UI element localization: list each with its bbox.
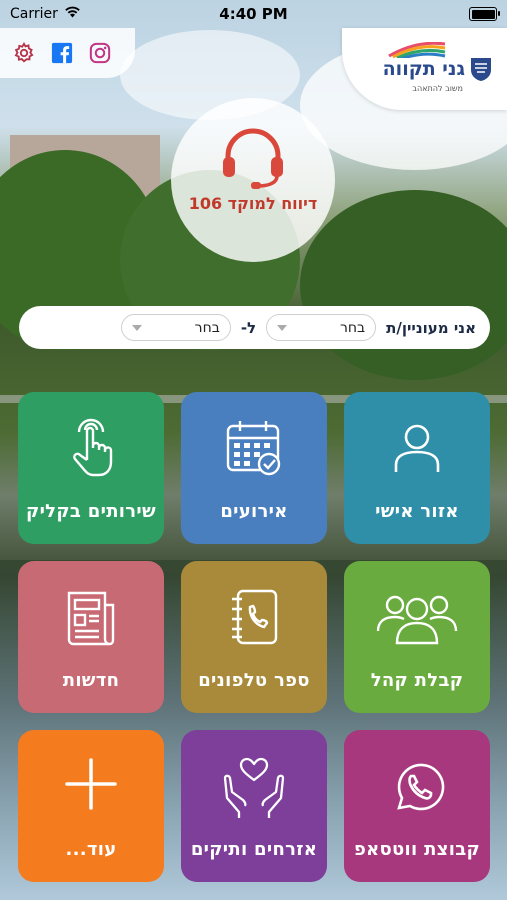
- tile-label: קבוצת ווטסאפ: [353, 839, 481, 860]
- select-value: בחר: [339, 319, 366, 336]
- interest-filter-bar: אני מעוניין/ת בחר ל- בחר: [19, 306, 490, 349]
- select-value: בחר: [194, 319, 220, 336]
- settings-gear-icon[interactable]: [12, 41, 36, 65]
- newspaper-icon: [67, 591, 115, 646]
- facebook-icon[interactable]: [50, 41, 74, 65]
- main-menu-grid: אזור אישי אירועים שירותים בקליק קבלת קהל…: [18, 392, 490, 882]
- tile-label: ספר טלפונים: [198, 670, 310, 691]
- wifi-icon: [64, 6, 81, 22]
- tile-click-services[interactable]: שירותים בקליק: [18, 392, 164, 544]
- tile-label: חדשות: [62, 670, 120, 691]
- interest-label: אני מעוניין/ת: [386, 318, 476, 337]
- chevron-down-icon: [131, 324, 142, 331]
- app-screen: Carrier 4:40 PM גני תקווה משוב להתאהב די…: [0, 0, 507, 900]
- whatsapp-icon: [397, 763, 445, 811]
- tile-news[interactable]: חדשות: [18, 561, 164, 713]
- tile-more[interactable]: עוד...: [18, 730, 164, 882]
- logo-stripes-icon: [388, 42, 446, 58]
- instagram-icon[interactable]: [88, 41, 112, 65]
- tile-phonebook[interactable]: ספר טלפונים: [181, 561, 327, 713]
- carrier-label: Carrier: [10, 6, 58, 22]
- group-icon: [376, 595, 458, 645]
- city-logo: גני תקווה משוב להתאהב: [342, 28, 507, 110]
- report-106-button[interactable]: דיווח למוקד 106: [171, 98, 335, 262]
- battery-icon: [469, 7, 500, 21]
- tile-label: עוד...: [65, 839, 117, 860]
- interest-select-1[interactable]: בחר: [266, 314, 377, 341]
- tree: [300, 190, 507, 380]
- tile-label: שירותים בקליק: [26, 501, 156, 522]
- social-bar: [0, 28, 135, 78]
- status-bar: Carrier 4:40 PM: [0, 0, 507, 28]
- tile-reception-hours[interactable]: קבלת קהל: [344, 561, 490, 713]
- tile-senior-citizens[interactable]: אזרחים ותיקים: [181, 730, 327, 882]
- plus-icon: [65, 758, 117, 810]
- report-label: דיווח למוקד 106: [188, 194, 318, 213]
- chevron-down-icon: [277, 324, 288, 331]
- phonebook-icon: [232, 589, 278, 645]
- tile-label: אזור אישי: [375, 501, 459, 522]
- tile-whatsapp-group[interactable]: קבוצת ווטסאפ: [344, 730, 490, 882]
- clock: 4:40 PM: [219, 5, 288, 23]
- headset-icon: [223, 128, 283, 189]
- calendar-icon: [226, 421, 281, 476]
- tile-label: אירועים: [220, 501, 288, 522]
- tile-personal-area[interactable]: אזור אישי: [344, 392, 490, 544]
- connector-label: ל-: [240, 318, 257, 337]
- care-hands-icon: [223, 757, 285, 818]
- municipal-emblem-icon: [471, 58, 491, 81]
- logo-tagline: משוב להתאהב: [412, 84, 463, 93]
- logo-title: גני תקווה: [382, 58, 465, 80]
- tap-hand-icon: [73, 418, 113, 477]
- tile-label: קבלת קהל: [370, 670, 464, 691]
- tile-label: אזרחים ותיקים: [190, 839, 318, 860]
- carrier-info: Carrier: [10, 6, 81, 22]
- interest-select-2[interactable]: בחר: [120, 314, 231, 341]
- user-icon: [394, 424, 440, 472]
- tile-events[interactable]: אירועים: [181, 392, 327, 544]
